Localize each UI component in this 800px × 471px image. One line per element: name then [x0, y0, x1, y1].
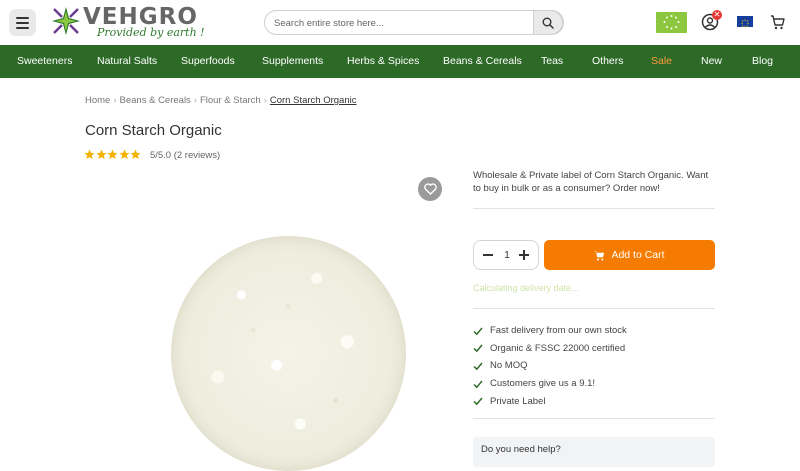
star-icon	[95, 149, 107, 160]
star-icon	[118, 149, 130, 160]
search-input[interactable]	[274, 15, 529, 31]
chevron-right-icon: ›	[193, 95, 197, 106]
help-box[interactable]: Do you need help?	[473, 437, 715, 467]
nav-item-teas[interactable]: Teas	[541, 45, 563, 78]
divider	[473, 418, 715, 419]
nav-item-sweeteners[interactable]: Sweeteners	[17, 45, 72, 78]
site-header: VEHGRO Provided by earth ! ✕	[0, 0, 800, 45]
add-to-cart-label: Add to Cart	[611, 249, 665, 261]
search-icon	[542, 17, 554, 29]
divider	[473, 208, 715, 209]
menu-button[interactable]	[9, 9, 36, 36]
nav-item-beans-cereals[interactable]: Beans & Cereals	[443, 45, 522, 78]
breadcrumb: Home › Beans & Cereals › Flour & Starch › Corn…	[85, 95, 356, 106]
breadcrumb-beans-cereals[interactable]: Beans & Cereals	[120, 95, 191, 106]
usp-item: Fast delivery from our own stock	[473, 322, 627, 340]
search-button[interactable]	[533, 10, 563, 35]
usp-list: Fast delivery from our own stock Organic…	[473, 322, 627, 410]
usp-text: No MOQ	[490, 360, 528, 372]
search-bar	[264, 10, 564, 35]
star-icon	[84, 149, 95, 160]
cart-icon	[594, 250, 605, 260]
nav-item-new[interactable]: New	[701, 45, 722, 78]
quantity-decrease-button[interactable]	[477, 241, 499, 269]
usp-text: Fast delivery from our own stock	[490, 325, 627, 337]
usp-item: Customers give us a 9.1!	[473, 375, 627, 393]
product-rating[interactable]: 5/5.0 (2 reviews)	[84, 146, 221, 161]
account-status-badge: ✕	[712, 10, 722, 20]
quantity-stepper	[473, 240, 539, 270]
rating-stars	[84, 146, 142, 164]
eu-organic-logo	[656, 12, 687, 33]
usp-text: Organic & FSSC 22000 certified	[490, 342, 626, 354]
cart-icon[interactable]	[770, 14, 785, 30]
add-to-cart-button[interactable]: Add to Cart	[544, 240, 715, 270]
check-icon	[473, 344, 483, 353]
usp-item: No MOQ	[473, 357, 627, 375]
check-icon	[473, 397, 483, 406]
star-icon	[130, 149, 141, 160]
logo-leaf-icon	[51, 6, 81, 36]
nav-item-blog[interactable]: Blog	[752, 45, 773, 78]
check-icon	[473, 380, 483, 388]
nav-item-supplements[interactable]: Supplements	[262, 45, 323, 78]
check-icon	[473, 362, 483, 371]
nav-item-herbs-spices[interactable]: Herbs & Spices	[347, 45, 419, 78]
nav-item-others[interactable]: Others	[592, 45, 624, 78]
eu-flag-icon[interactable]	[737, 16, 753, 28]
breadcrumb-home[interactable]: Home	[85, 95, 110, 106]
logo-tagline: Provided by earth !	[97, 26, 205, 39]
breadcrumb-current[interactable]: Corn Starch Organic	[270, 95, 357, 106]
delivery-estimate: Calculating delivery date...	[473, 283, 579, 293]
usp-item: Private Label	[473, 392, 627, 410]
star-icon	[107, 149, 118, 160]
chevron-right-icon: ›	[263, 95, 267, 106]
usp-text: Private Label	[490, 395, 546, 407]
rating-text: 5/5.0 (2 reviews)	[149, 149, 221, 161]
breadcrumb-flour-starch[interactable]: Flour & Starch	[200, 95, 261, 106]
organic-leaf-icon	[663, 15, 680, 30]
quantity-increase-button[interactable]	[513, 241, 535, 269]
product-image[interactable]	[171, 236, 406, 471]
usp-item: Organic & FSSC 22000 certified	[473, 340, 627, 358]
nav-item-sale[interactable]: Sale	[651, 45, 672, 78]
chevron-right-icon: ›	[113, 95, 117, 106]
check-icon	[473, 327, 483, 336]
main-navigation: Sweeteners Natural Salts Superfoods Supp…	[0, 45, 800, 78]
product-description: Wholesale & Private label of Corn Starch…	[473, 170, 709, 194]
hamburger-icon	[16, 16, 29, 19]
nav-item-superfoods[interactable]: Superfoods	[181, 45, 235, 78]
divider	[473, 308, 715, 309]
wishlist-button[interactable]	[418, 177, 442, 201]
heart-icon	[423, 183, 437, 195]
nav-item-natural-salts[interactable]: Natural Salts	[97, 45, 157, 78]
product-title: Corn Starch Organic	[85, 122, 222, 139]
usp-text: Customers give us a 9.1!	[490, 378, 596, 390]
logo[interactable]: VEHGRO Provided by earth !	[50, 4, 210, 41]
